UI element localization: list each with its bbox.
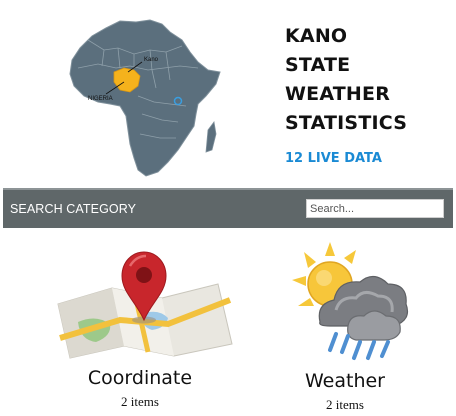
title-line-4: STATISTICS — [285, 112, 408, 134]
map-label-kano: Kano — [144, 57, 159, 63]
category-name: Weather — [305, 370, 385, 392]
category-count: 2 items — [326, 397, 364, 412]
title-line-3: WEATHER — [285, 83, 391, 105]
africa-map: Kano NIGERIA — [58, 10, 230, 182]
page: Kano NIGERIA KANO STATE WEATHER STATISTI… — [0, 0, 456, 416]
map-pin-icon — [57, 251, 233, 359]
search-input[interactable] — [306, 199, 444, 218]
africa-map-icon: Kano NIGERIA — [69, 19, 221, 177]
page-title: KANO STATE WEATHER STATISTICS — [285, 22, 450, 138]
category-coordinate[interactable]: Coordinate 2 items — [40, 238, 240, 416]
category-name: Coordinate — [87, 367, 193, 389]
live-data-count: 12 LIVE DATA — [285, 151, 382, 166]
search-category-label: SEARCH CATEGORY — [10, 202, 137, 216]
search-bar: SEARCH CATEGORY — [3, 188, 453, 228]
map-label-nigeria: NIGERIA — [88, 96, 113, 102]
title-line-2: STATE — [285, 54, 351, 76]
category-weather[interactable]: Weather 2 items — [250, 238, 440, 416]
weather-storm-icon — [292, 242, 409, 360]
category-count: 2 items — [121, 394, 159, 409]
title-line-1: KANO — [285, 25, 348, 47]
